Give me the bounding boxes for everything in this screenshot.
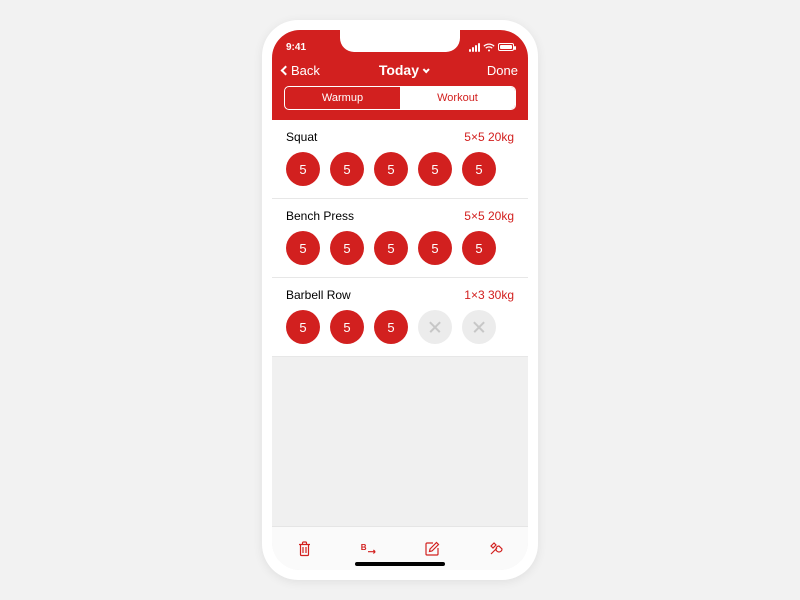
status-indicators	[469, 43, 514, 52]
rep-button[interactable]: 5	[418, 152, 452, 186]
exercise-meta: 5×5 20kg	[464, 130, 514, 144]
rep-button-disabled[interactable]	[462, 310, 496, 344]
rep-button[interactable]: 5	[374, 231, 408, 265]
exercise-header[interactable]: Squat 5×5 20kg	[286, 130, 514, 144]
home-indicator[interactable]	[355, 562, 445, 566]
rep-button[interactable]: 5	[462, 231, 496, 265]
reps-row: 55555	[286, 231, 514, 265]
exercise-card: Bench Press5×5 20kg55555	[272, 199, 528, 278]
rep-button[interactable]: 5	[286, 231, 320, 265]
chevron-left-icon	[281, 65, 291, 75]
exercise-header[interactable]: Bench Press 5×5 20kg	[286, 209, 514, 223]
done-button[interactable]: Done	[487, 63, 518, 78]
exercise-name: Squat	[286, 130, 317, 144]
reps-row: 55555	[286, 152, 514, 186]
exercise-header[interactable]: Barbell Row 1×3 30kg	[286, 288, 514, 302]
exercise-meta: 5×5 20kg	[464, 209, 514, 223]
chevron-down-icon	[423, 66, 430, 73]
exercise-name: Barbell Row	[286, 288, 351, 302]
rep-button[interactable]: 5	[374, 310, 408, 344]
edit-icon[interactable]	[423, 540, 441, 558]
phone-frame: 9:41 Back Today Done Warm	[262, 20, 538, 580]
rep-button[interactable]: 5	[418, 231, 452, 265]
notch	[340, 30, 460, 52]
tools-icon[interactable]	[487, 540, 505, 558]
rep-button[interactable]: 5	[462, 152, 496, 186]
signal-icon	[469, 43, 480, 52]
exercise-card: Barbell Row1×3 30kg555	[272, 278, 528, 357]
trash-icon[interactable]	[295, 540, 313, 558]
screen: 9:41 Back Today Done Warm	[272, 30, 528, 570]
reps-row: 555	[286, 310, 514, 344]
rep-button[interactable]: 5	[330, 231, 364, 265]
wifi-icon	[483, 43, 495, 52]
rep-button-disabled[interactable]	[418, 310, 452, 344]
switch-icon[interactable]: B	[359, 540, 377, 558]
exercise-card: Squat5×5 20kg55555	[272, 120, 528, 199]
nav-bar: Back Today Done	[272, 56, 528, 86]
segment-control: Warmup Workout	[284, 86, 516, 110]
rep-button[interactable]: 5	[374, 152, 408, 186]
svg-text:B: B	[361, 542, 367, 551]
rep-button[interactable]: 5	[286, 310, 320, 344]
back-button[interactable]: Back	[282, 63, 320, 78]
title-label: Today	[379, 62, 419, 78]
content: Squat5×5 20kg55555Bench Press5×5 20kg555…	[272, 120, 528, 526]
exercise-name: Bench Press	[286, 209, 354, 223]
segment-workout[interactable]: Workout	[400, 87, 515, 109]
rep-button[interactable]: 5	[330, 310, 364, 344]
battery-icon	[498, 43, 514, 51]
status-time: 9:41	[286, 42, 306, 53]
title-button[interactable]: Today	[379, 62, 428, 78]
rep-button[interactable]: 5	[330, 152, 364, 186]
exercise-meta: 1×3 30kg	[464, 288, 514, 302]
rep-button[interactable]: 5	[286, 152, 320, 186]
back-label: Back	[291, 63, 320, 78]
segment-warmup[interactable]: Warmup	[285, 87, 400, 109]
